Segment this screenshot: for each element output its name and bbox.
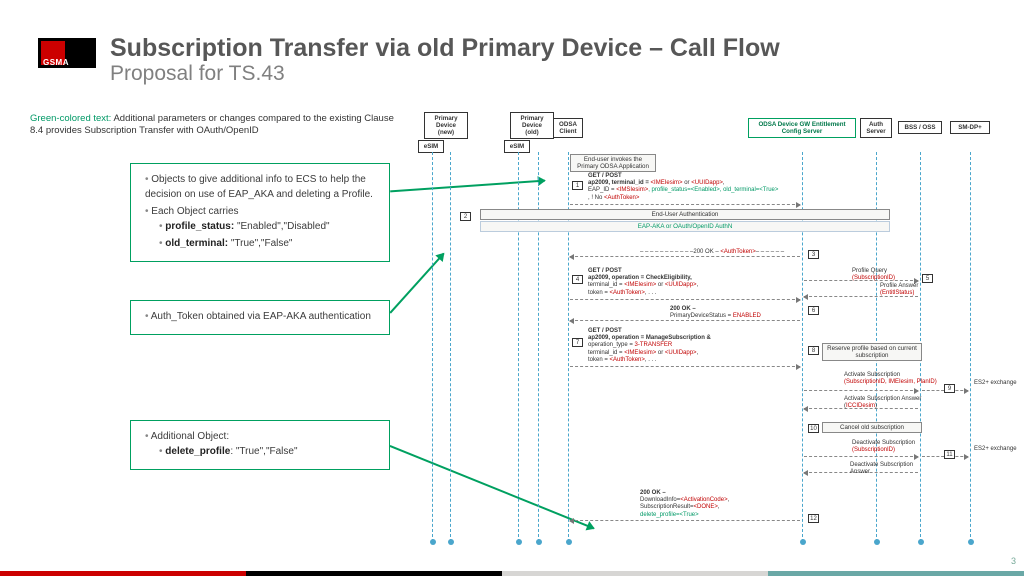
callout-authtoken: Auth_Token obtained via EAP-AKA authenti… bbox=[130, 300, 390, 335]
stepnum-3: 3 bbox=[808, 250, 819, 259]
lifeline-smdp: SM-DP+ bbox=[950, 121, 990, 134]
page-number: 3 bbox=[1011, 556, 1016, 566]
lifeline-bss-oss: BSS / OSS bbox=[898, 121, 942, 134]
callout-line: Auth_Token obtained via EAP-AKA authenti… bbox=[145, 309, 379, 324]
stepnum-2: 2 bbox=[460, 212, 471, 221]
lifeline-dash bbox=[970, 152, 971, 542]
callout-delete-profile: Additional Object: delete_profile: "True… bbox=[130, 420, 390, 470]
stepnum-4: 4 bbox=[572, 275, 583, 284]
callout-line: delete_profile: "True","False" bbox=[159, 444, 379, 459]
msg-ok-final: 200 OK – DownloadInfo=<ActivationCode>, … bbox=[640, 490, 800, 519]
footer-bar bbox=[0, 571, 1024, 576]
lifeline-new-esim: eSIM bbox=[418, 140, 444, 153]
sequence-diagram: Primary Device (new) eSIM Primary Device… bbox=[420, 110, 1020, 560]
msg-es2-2: ES2+ exchange bbox=[974, 446, 1017, 453]
msg-deactivate: Deactivate Subscription(SubscriptionID) bbox=[852, 440, 915, 454]
lifeline-dash bbox=[432, 152, 433, 542]
stepnum-10: 10 bbox=[808, 424, 819, 433]
msg-cancel: Cancel old subscription bbox=[822, 422, 922, 433]
stepnum-8: 8 bbox=[808, 346, 819, 355]
gsma-logo bbox=[38, 38, 96, 68]
msg-es2: ES2+ exchange bbox=[974, 380, 1017, 387]
msg-activate: Activate Subscription(SubscriptionID, IM… bbox=[844, 372, 944, 386]
msg-eap-line: EAP-AKA or OAuth/OpenID AuthN bbox=[480, 221, 890, 232]
arrow bbox=[804, 390, 918, 391]
msg-activate-ans: Activate Subscription Answer (ICCIDesim) bbox=[844, 396, 944, 410]
stepnum-12: 12 bbox=[808, 514, 819, 523]
lifeline-old-device: Primary Device (old) bbox=[510, 112, 554, 139]
legend-note: Green-colored text: Additional parameter… bbox=[30, 113, 400, 138]
arrow bbox=[804, 456, 918, 457]
lifeline-odsa-client: ODSA Client bbox=[553, 118, 583, 138]
arrow bbox=[570, 299, 800, 300]
msg-eua: End-User Authentication bbox=[480, 209, 890, 220]
slide: Subscription Transfer via old Primary De… bbox=[0, 0, 1024, 576]
page-title: Subscription Transfer via old Primary De… bbox=[110, 34, 780, 63]
page-subtitle: Proposal for TS.43 bbox=[110, 62, 285, 86]
stepnum-5: 5 bbox=[922, 274, 933, 283]
msg-profile-query: Profile Query(SubscriptionID) bbox=[852, 268, 895, 282]
msg-ok-enabled: 200 OK –PrimaryDeviceStatus = ENABLED bbox=[670, 306, 761, 320]
msg-ok-authtoken: – – – – – – – – – – –200 OK – <AuthToken… bbox=[640, 249, 784, 256]
lifeline-old-esim: eSIM bbox=[504, 140, 530, 153]
lifeline-new-device: Primary Device (new) bbox=[424, 112, 468, 139]
stepnum-9: 9 bbox=[944, 384, 955, 393]
stepnum-1: 1 bbox=[572, 181, 583, 190]
msg-reserve: Reserve profile based on current subscri… bbox=[822, 343, 922, 361]
stepnum-6: 6 bbox=[808, 306, 819, 315]
msg-profile-answer: Profile Answer(EntitlStatus) bbox=[880, 283, 918, 297]
lifeline-auth-server: Auth Server bbox=[860, 118, 892, 138]
callout-line: profile_status: "Enabled","Disabled" bbox=[159, 219, 379, 234]
legend-lead: Green-colored text: bbox=[30, 113, 111, 124]
callout-line: Objects to give additional info to ECS t… bbox=[145, 172, 379, 202]
callout-objects: Objects to give additional info to ECS t… bbox=[130, 163, 390, 262]
arrow bbox=[570, 204, 800, 205]
lifeline-ecs: ODSA Device GW Entitlement Config Server bbox=[748, 118, 856, 138]
stepnum-7: 7 bbox=[572, 338, 583, 347]
msg-deactivate-ans: Deactivate Subscription Answer bbox=[850, 462, 930, 476]
stepnum-11: 11 bbox=[944, 450, 955, 459]
callout-line: Each Object carries profile_status: "Ena… bbox=[145, 204, 379, 251]
lifeline-dash bbox=[450, 152, 451, 542]
arrow bbox=[570, 366, 800, 367]
msg-step7: GET / POST ap2009, operation = ManageSub… bbox=[588, 328, 778, 364]
callout-line: old_terminal: "True","False" bbox=[159, 236, 379, 251]
msg-step1: GET / POST ap2009, terminal_id = <IMEIes… bbox=[588, 173, 818, 202]
callout-line: Additional Object: delete_profile: "True… bbox=[145, 429, 379, 459]
msg-eu-invoke: End-user invokes the Primary ODSA Applic… bbox=[570, 154, 656, 172]
msg-step4: GET / POST ap2009, operation = CheckElig… bbox=[588, 268, 758, 297]
arrow bbox=[570, 520, 800, 521]
